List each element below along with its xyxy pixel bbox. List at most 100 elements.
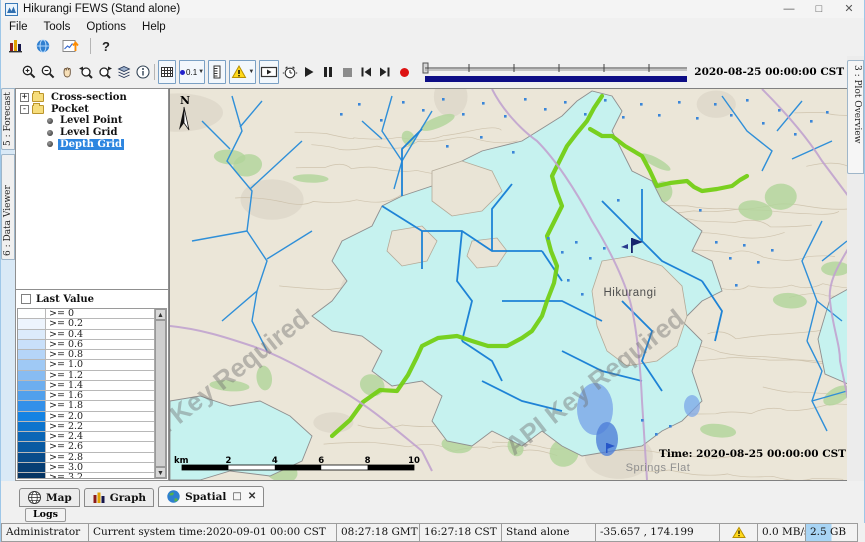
explorer-icon[interactable] bbox=[8, 38, 24, 54]
zoom-next-button[interactable] bbox=[97, 60, 113, 84]
legend-row: >= 1.6 bbox=[18, 391, 154, 401]
chevron-down-icon: ▼ bbox=[198, 69, 204, 75]
tab-forecast[interactable]: 5 : Forecast bbox=[1, 88, 15, 150]
main-toolbar: ? bbox=[1, 36, 864, 56]
legend-list: >= 0>= 0.2>= 0.4>= 0.6>= 0.8>= 1.0>= 1.2… bbox=[17, 308, 167, 479]
minimize-button[interactable]: — bbox=[774, 1, 804, 17]
legend-swatch bbox=[18, 381, 46, 390]
layers-button[interactable] bbox=[116, 60, 132, 84]
map-view[interactable]: API Key Required API Key Required Hikura… bbox=[169, 88, 849, 481]
legend-swatch bbox=[18, 412, 46, 421]
toolbar-separator bbox=[90, 38, 91, 54]
animation-button[interactable] bbox=[259, 60, 279, 84]
legend-value: >= 2.6 bbox=[46, 442, 83, 451]
zoom-out-button[interactable] bbox=[40, 60, 56, 84]
folder-icon bbox=[32, 93, 44, 102]
legend-swatch bbox=[18, 360, 46, 369]
legend-swatch bbox=[18, 340, 46, 349]
app-icon bbox=[5, 3, 18, 16]
logs-button[interactable]: Logs bbox=[25, 508, 66, 522]
grid-display-button[interactable] bbox=[158, 60, 176, 84]
legend-value: >= 2.2 bbox=[46, 422, 83, 431]
node-bullet-icon bbox=[47, 118, 53, 124]
marker-size-select[interactable]: 0.1▼ bbox=[179, 60, 206, 84]
step-forward-button[interactable] bbox=[377, 60, 393, 84]
legend-swatch bbox=[18, 319, 46, 328]
menu-file[interactable]: File bbox=[9, 21, 28, 33]
zoom-in-button[interactable] bbox=[21, 60, 37, 84]
collapse-toggle[interactable]: - bbox=[20, 105, 29, 114]
legend-value: >= 1.0 bbox=[46, 360, 83, 369]
tree-item-depth-grid[interactable]: Depth Grid bbox=[16, 138, 168, 150]
status-warning[interactable] bbox=[719, 523, 758, 542]
map-display-icon[interactable] bbox=[35, 38, 51, 54]
scroll-down-icon[interactable]: ▼ bbox=[155, 467, 166, 478]
city-label: Hikurangi bbox=[603, 287, 656, 299]
right-tab-strip: 3 : Plot Overview bbox=[847, 56, 864, 481]
legend-swatch bbox=[18, 422, 46, 431]
record-button[interactable] bbox=[396, 60, 412, 84]
left-panel: +Cross-section-PocketLevel PointLevel Gr… bbox=[15, 88, 169, 481]
menu-tools[interactable]: Tools bbox=[44, 21, 71, 33]
menu-bar: File Tools Options Help bbox=[1, 18, 864, 36]
last-value-label: Last Value bbox=[36, 294, 94, 305]
legend-row: >= 0.2 bbox=[18, 319, 154, 329]
ruler-button[interactable] bbox=[208, 60, 226, 84]
legend-row: >= 1.8 bbox=[18, 401, 154, 411]
tree-item-level-grid[interactable]: Level Grid bbox=[16, 127, 168, 139]
legend-swatch bbox=[18, 463, 46, 472]
legend-row: >= 0 bbox=[18, 309, 154, 319]
legend-row: >= 2.4 bbox=[18, 432, 154, 442]
node-bullet-icon bbox=[47, 141, 53, 147]
marker-dot-icon bbox=[180, 70, 185, 75]
tree-item-pocket[interactable]: -Pocket bbox=[16, 104, 168, 116]
tab-restore-icon[interactable]: □ bbox=[232, 491, 241, 502]
tab-plot-overview[interactable]: 3 : Plot Overview bbox=[847, 60, 864, 174]
time-slider[interactable] bbox=[421, 59, 687, 85]
legend-row: >= 2.8 bbox=[18, 453, 154, 463]
info-button[interactable] bbox=[135, 60, 151, 84]
pan-hand-button[interactable] bbox=[59, 60, 75, 84]
zoom-previous-button[interactable] bbox=[78, 60, 94, 84]
tree-item-level-point[interactable]: Level Point bbox=[16, 115, 168, 127]
menu-options[interactable]: Options bbox=[86, 21, 126, 33]
scroll-up-icon[interactable]: ▲ bbox=[155, 309, 166, 320]
expand-toggle[interactable]: + bbox=[20, 93, 29, 102]
play-button[interactable] bbox=[301, 60, 317, 84]
legend-row: >= 1.0 bbox=[18, 360, 154, 370]
maximize-button[interactable]: □ bbox=[804, 1, 834, 17]
status-local-time: 16:27:18 CST bbox=[419, 523, 502, 542]
main-area: 5 : Forecast 6 : Data Viewer +Cross-sect… bbox=[1, 88, 849, 481]
stop-icon bbox=[343, 68, 352, 77]
help-icon[interactable]: ? bbox=[102, 39, 110, 54]
legend-scrollbar[interactable]: ▲ ▼ bbox=[154, 309, 166, 478]
application-window: Hikurangi FEWS (Stand alone) — □ ✕ File … bbox=[0, 0, 865, 542]
close-button[interactable]: ✕ bbox=[834, 1, 864, 17]
tab-data-viewer[interactable]: 6 : Data Viewer bbox=[1, 154, 15, 260]
tab-map[interactable]: Map bbox=[19, 488, 80, 507]
status-coordinates: -35.657 , 174.199 bbox=[595, 523, 720, 542]
step-back-button[interactable] bbox=[358, 60, 374, 84]
tab-close-icon[interactable]: ✕ bbox=[248, 491, 256, 502]
legend-value: >= 2.4 bbox=[46, 432, 83, 441]
svg-text:4: 4 bbox=[272, 456, 278, 466]
node-bullet-icon bbox=[47, 130, 53, 136]
timeseries-dialog-icon[interactable] bbox=[62, 38, 79, 54]
tree-item-cross-section[interactable]: +Cross-section bbox=[16, 92, 168, 104]
tab-spatial[interactable]: Spatial □ ✕ bbox=[158, 486, 264, 507]
scroll-thumb[interactable] bbox=[155, 320, 166, 467]
svg-text:10: 10 bbox=[408, 456, 420, 466]
window-title: Hikurangi FEWS (Stand alone) bbox=[23, 3, 180, 15]
menu-help[interactable]: Help bbox=[142, 21, 166, 33]
tab-graph[interactable]: Graph bbox=[84, 488, 154, 507]
legend-swatch bbox=[18, 432, 46, 441]
pause-button[interactable] bbox=[320, 60, 336, 84]
legend-row: >= 0.6 bbox=[18, 340, 154, 350]
animation-settings-button[interactable] bbox=[282, 60, 298, 84]
legend-value: >= 0.4 bbox=[46, 330, 83, 339]
stop-button[interactable] bbox=[339, 60, 355, 84]
thresholds-button[interactable]: ▼ bbox=[229, 60, 256, 84]
last-value-checkbox[interactable] bbox=[21, 294, 31, 304]
legend-row: >= 2.2 bbox=[18, 422, 154, 432]
legend-row: >= 1.4 bbox=[18, 381, 154, 391]
